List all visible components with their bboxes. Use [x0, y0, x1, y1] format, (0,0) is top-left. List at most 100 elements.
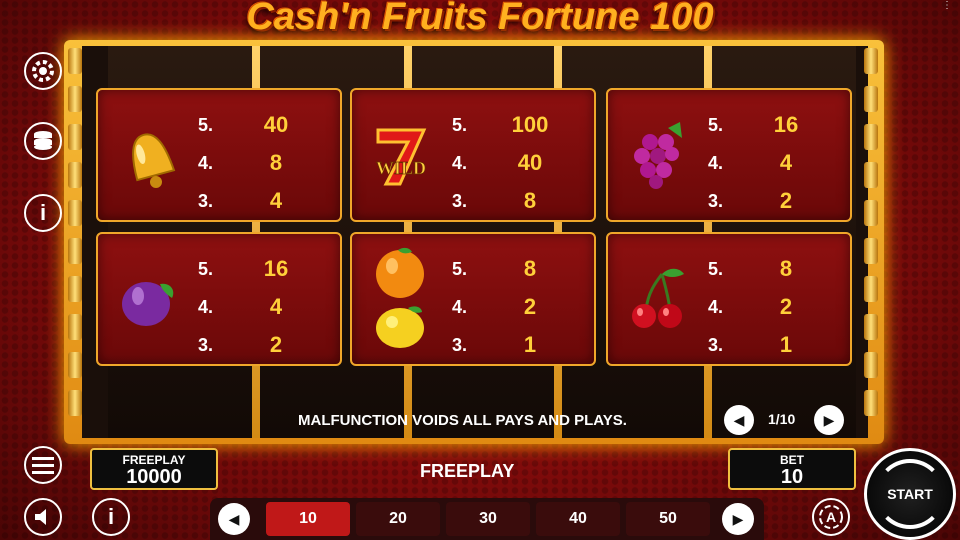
bet-option-30[interactable]: 30: [446, 502, 530, 536]
pay-row: 4. 4: [708, 144, 806, 182]
chevron-right-icon: ▶: [732, 510, 744, 527]
paytable-panel-wild: WILD 5. 100 4. 40 3. 8: [350, 88, 596, 222]
pay-value: 16: [773, 112, 799, 137]
autoplay-button[interactable]: A: [812, 498, 850, 536]
symbol-count: 4.: [198, 296, 214, 317]
info-button-bottom[interactable]: i: [92, 498, 130, 536]
plum-icon: [122, 282, 174, 326]
pay-row: 5. 8: [452, 250, 550, 288]
bet-value: 10: [780, 466, 804, 488]
chevron-left-icon: ◀: [733, 411, 745, 428]
page-indicator: 1/10: [768, 411, 796, 427]
pay-row: 3. 1: [452, 326, 550, 364]
pay-value: 2: [779, 294, 793, 319]
symbol-count: 3.: [452, 334, 468, 355]
bet-option-40[interactable]: 40: [536, 502, 620, 536]
symbol-count: 3.: [198, 334, 214, 355]
bet-option-50[interactable]: 50: [626, 502, 710, 536]
symbol-count: 3.: [708, 334, 724, 355]
pay-row: 3. 2: [198, 326, 296, 364]
freeplay-value: 10000: [126, 466, 182, 488]
pay-value: 4: [269, 294, 283, 319]
pay-row: 5. 16: [708, 106, 806, 144]
prev-page-button[interactable]: ◀: [724, 405, 754, 435]
sound-button[interactable]: [24, 498, 62, 536]
bell-icon: [132, 133, 176, 188]
symbol-count: 5.: [198, 114, 214, 135]
start-button[interactable]: START: [864, 448, 956, 540]
pay-row: 5. 100: [452, 106, 550, 144]
pay-list: 5. 8 4. 2 3. 1: [452, 250, 550, 364]
pay-value: 2: [269, 332, 283, 357]
frame-studs-left: [68, 48, 82, 436]
pay-value: 16: [263, 256, 289, 281]
pay-row: 5. 16: [198, 250, 296, 288]
pay-row: 4. 8: [198, 144, 296, 182]
pay-value: 8: [779, 256, 793, 281]
paytable-pager: ◀ 1/10 ▶: [724, 405, 844, 435]
pay-list: 5. 16 4. 4 3. 2: [198, 250, 296, 364]
symbol-count: 4.: [198, 152, 214, 173]
pay-value: 8: [269, 150, 283, 175]
wild-seven-icon: WILD: [376, 128, 426, 186]
info-button[interactable]: i: [24, 194, 62, 232]
pay-value: 1: [779, 332, 793, 357]
symbol-count: 5.: [452, 258, 468, 279]
sound-icon: [35, 509, 46, 525]
chevron-left-icon: ◀: [228, 510, 240, 527]
symbol-count: 5.: [452, 114, 468, 135]
symbol-count: 3.: [198, 190, 214, 211]
symbol-count: 5.: [708, 114, 724, 135]
info-icon: i: [107, 504, 115, 529]
pay-row: 4. 40: [452, 144, 550, 182]
symbol-count: 5.: [198, 258, 214, 279]
pay-value: 2: [523, 294, 537, 319]
pay-list: 5. 8 4. 2 3. 1: [708, 250, 806, 364]
paytable-panel-grapes: 5. 16 4. 4 3. 2: [606, 88, 852, 222]
pay-row: 3. 8: [452, 182, 550, 220]
coins-button[interactable]: [24, 122, 62, 160]
freeplay-balance: FREEPLAY 10000: [90, 448, 218, 490]
bet-display: BET 10: [728, 448, 856, 490]
bet-prev-button[interactable]: ◀: [218, 503, 250, 535]
menu-icon: [32, 457, 54, 474]
pay-value: 4: [779, 150, 793, 175]
malfunction-notice: MALFUNCTION VOIDS ALL PAYS AND PLAYS.: [298, 412, 627, 429]
pay-value: 40: [263, 112, 289, 137]
bet-option-10[interactable]: 10: [266, 502, 350, 536]
gear-icon: [32, 60, 54, 82]
bet-next-button[interactable]: ▶: [722, 503, 754, 535]
menu-button[interactable]: [24, 446, 62, 484]
next-page-button[interactable]: ▶: [814, 405, 844, 435]
pay-row: 4. 2: [452, 288, 550, 326]
orange-lemon-icon: [376, 247, 424, 348]
pay-row: 3. 2: [708, 182, 806, 220]
pay-row: 4. 2: [708, 288, 806, 326]
symbol-count: 5.: [708, 258, 724, 279]
pay-row: 3. 4: [198, 182, 296, 220]
mode-label: FREEPLAY: [420, 461, 515, 481]
settings-button[interactable]: [24, 52, 62, 90]
pay-row: 4. 4: [198, 288, 296, 326]
pay-value: 4: [269, 188, 283, 213]
chevron-right-icon: ▶: [823, 411, 835, 428]
pay-value: 100: [511, 112, 549, 137]
pay-value: 40: [517, 150, 543, 175]
pay-row: 5. 40: [198, 106, 296, 144]
paytable-panel-cherries: 5. 8 4. 2 3. 1: [606, 232, 852, 366]
pay-row: 3. 1: [708, 326, 806, 364]
start-label: START: [887, 486, 933, 502]
bet-option-20[interactable]: 20: [356, 502, 440, 536]
symbol-count: 4.: [452, 296, 468, 317]
cherries-icon: [632, 268, 684, 328]
symbol-count: 3.: [452, 190, 468, 211]
paytable-panel-plum: 5. 16 4. 4 3. 2: [96, 232, 342, 366]
freeplay-label: FREEPLAY: [122, 453, 186, 467]
info-icon: i: [39, 200, 47, 225]
bet-label: BET: [780, 453, 804, 467]
paytable-panel-orange-lemon: 5. 8 4. 2 3. 1: [350, 232, 596, 366]
pay-row: 5. 8: [708, 250, 806, 288]
status-dots: ⋮: [942, 0, 952, 11]
grapes-icon: [634, 122, 682, 189]
symbol-count: 4.: [452, 152, 468, 173]
